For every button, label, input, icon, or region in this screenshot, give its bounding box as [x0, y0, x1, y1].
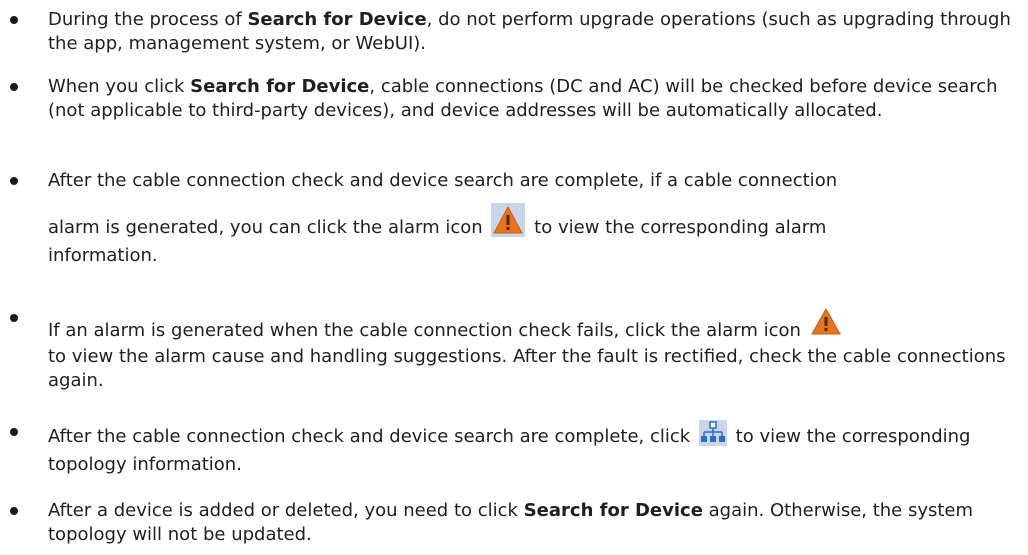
list-item: After the cable connection check and dev… — [48, 420, 1016, 477]
bullet — [8, 420, 20, 444]
list-item: When you click Search for Device, cable … — [48, 75, 1016, 123]
term-search-for-device: Search for Device — [190, 76, 370, 97]
bullet — [8, 8, 20, 32]
list-item-text: After a device is added or deleted, you … — [48, 500, 974, 545]
list-item-text: When you click Search for Device, cable … — [48, 76, 998, 121]
list-item: During the process of Search for Device,… — [48, 8, 1016, 56]
list-item: After a device is added or deleted, you … — [48, 499, 1016, 547]
list-item-text: During the process of Search for Device,… — [48, 9, 1011, 54]
term-search-for-device: Search for Device — [523, 500, 703, 521]
alarm-icon[interactable] — [810, 306, 842, 345]
bullet — [8, 75, 20, 99]
alarm-icon[interactable] — [491, 203, 526, 244]
list-item: If an alarm is generated when the cable … — [48, 306, 1016, 393]
list-item-text: After the cable connection check and dev… — [48, 170, 838, 266]
topology-icon[interactable] — [698, 420, 727, 453]
bullet — [8, 499, 20, 523]
bullet — [8, 306, 20, 330]
list-item-text: If an alarm is generated when the cable … — [48, 306, 1016, 393]
list-item-text: After the cable connection check and dev… — [48, 420, 1016, 477]
list-item: After the cable connection check and dev… — [48, 169, 1016, 268]
bullet — [8, 169, 20, 193]
term-search-for-device: Search for Device — [247, 9, 427, 30]
document-body: During the process of Search for Device,… — [0, 0, 1028, 555]
